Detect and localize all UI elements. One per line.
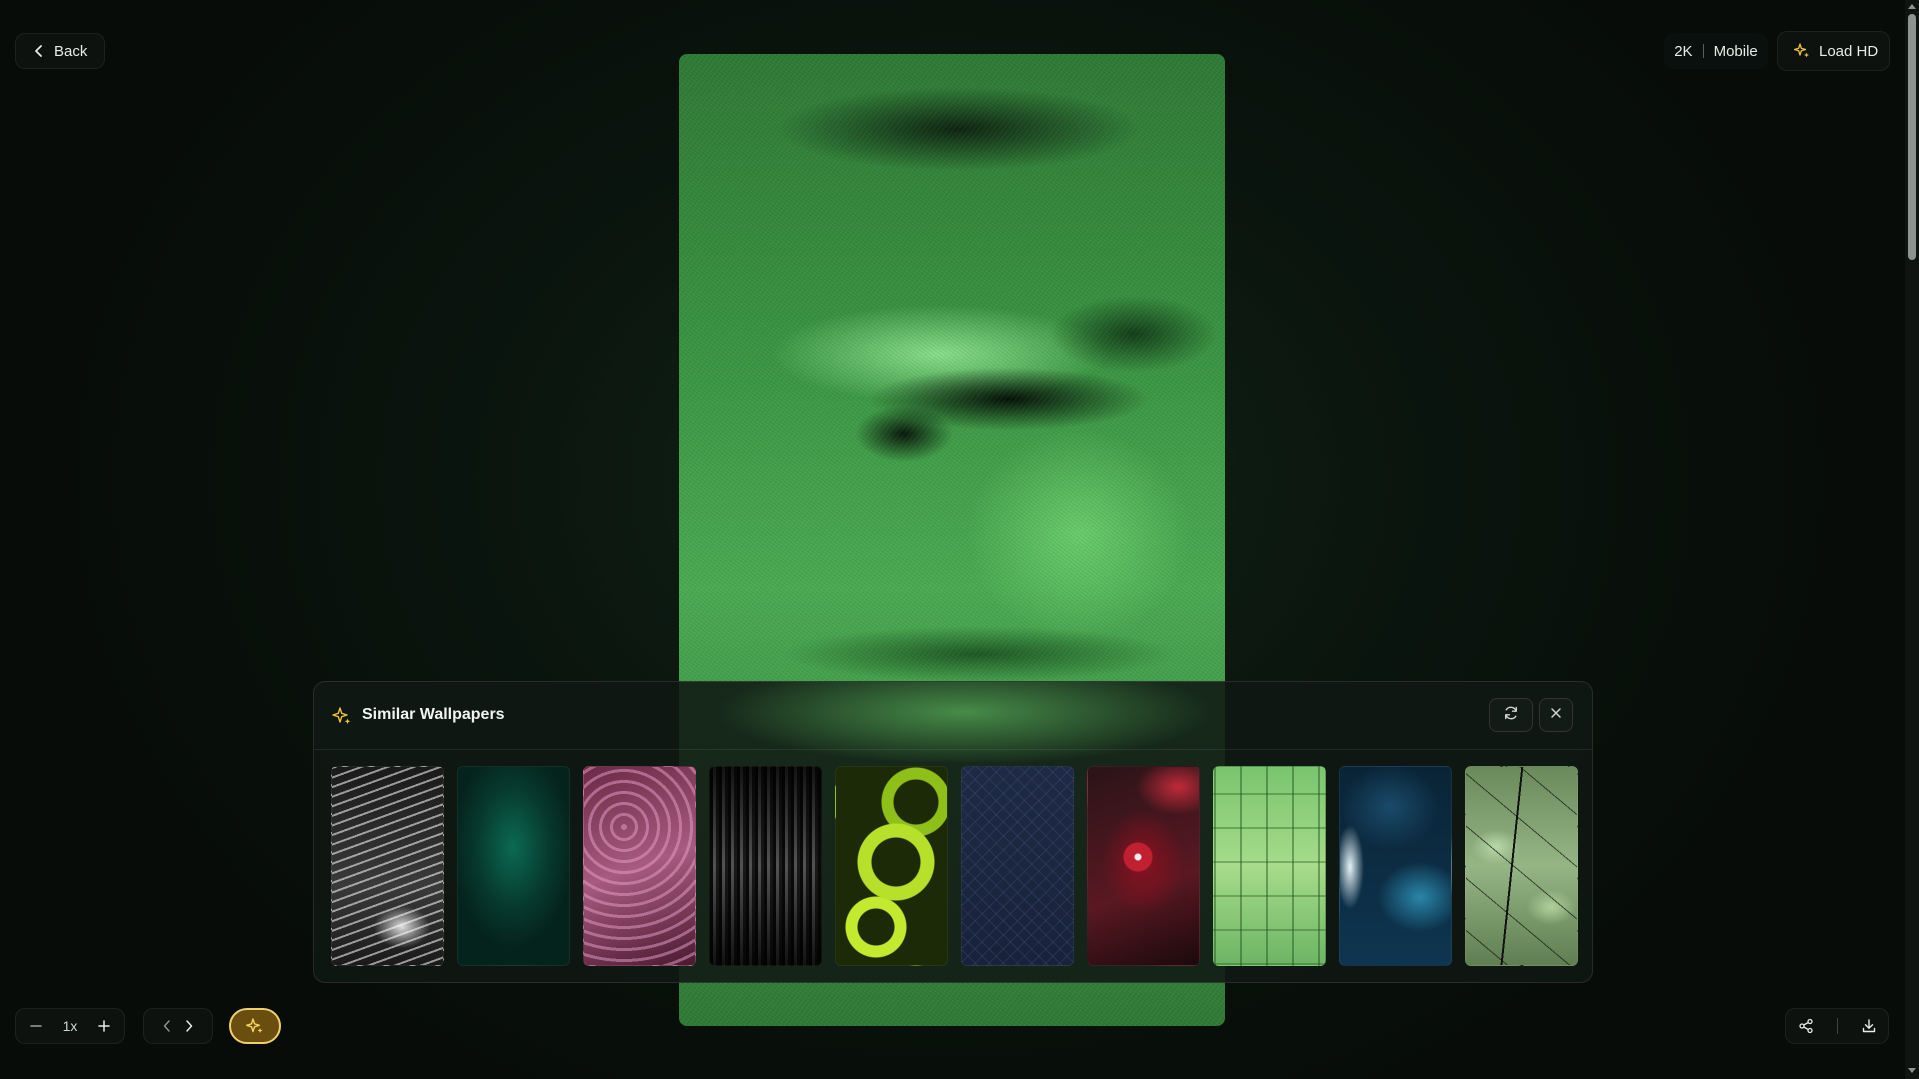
- download-button[interactable]: [1861, 1018, 1877, 1034]
- sparkle-icon: [1794, 43, 1810, 59]
- scrollbar-thumb[interactable]: [1908, 14, 1916, 260]
- share-button[interactable]: [1798, 1018, 1814, 1034]
- action-controls: [1785, 1008, 1889, 1044]
- similar-toggle-button[interactable]: [229, 1008, 281, 1044]
- similar-header: Similar Wallpapers: [314, 682, 1592, 750]
- thumbnail-navy-pattern[interactable]: [961, 766, 1074, 966]
- next-button[interactable]: [185, 1020, 193, 1032]
- thumbnail-pink-texture[interactable]: [583, 766, 696, 966]
- zoom-in-button[interactable]: [98, 1020, 110, 1032]
- thumbnail-grayscale-waves[interactable]: [709, 766, 822, 966]
- thumbnail-green-blocks[interactable]: [1213, 766, 1326, 966]
- refresh-button[interactable]: [1489, 698, 1533, 732]
- scroll-up-icon[interactable]: [1908, 4, 1916, 9]
- load-hd-button[interactable]: Load HD: [1777, 31, 1890, 71]
- sparkle-icon: [332, 706, 352, 731]
- chevron-left-icon: [34, 44, 44, 58]
- chevron-right-icon: [186, 1020, 193, 1032]
- divider: [1836, 1018, 1838, 1034]
- thumbnail-sage-branches[interactable]: [1465, 766, 1578, 966]
- chevron-left-icon: [163, 1020, 170, 1032]
- zoom-level: 1x: [62, 1018, 78, 1034]
- sparkle-icon: [246, 1017, 264, 1035]
- close-icon: [1550, 706, 1562, 724]
- back-label: Back: [54, 42, 88, 60]
- divider: [1702, 44, 1704, 58]
- device-label: Mobile: [1713, 42, 1758, 60]
- back-button[interactable]: Back: [15, 33, 105, 69]
- thumbnail-black-white-sketch[interactable]: [331, 766, 444, 966]
- download-icon: [1862, 1019, 1875, 1033]
- load-hd-label: Load HD: [1819, 42, 1879, 60]
- similar-wallpapers-panel: Similar Wallpapers: [313, 681, 1593, 983]
- thumbnail-teal-gradient[interactable]: [457, 766, 570, 966]
- zoom-out-button[interactable]: [30, 1020, 42, 1032]
- zoom-controls: 1x: [15, 1008, 125, 1044]
- share-icon: [1798, 1018, 1813, 1034]
- scroll-down-icon[interactable]: [1908, 1068, 1916, 1073]
- wallpaper-navigation: [143, 1008, 213, 1044]
- previous-button[interactable]: [163, 1020, 171, 1032]
- minus-icon: [30, 1025, 42, 1027]
- plus-icon: [98, 1020, 110, 1032]
- close-button[interactable]: [1539, 698, 1573, 732]
- thumbnail-lime-swirl[interactable]: [835, 766, 948, 966]
- thumbnail-red-fractal[interactable]: [1087, 766, 1200, 966]
- thumbnail-blue-abstract[interactable]: [1339, 766, 1452, 966]
- refresh-icon: [1503, 705, 1519, 726]
- page-scrollbar[interactable]: [1905, 0, 1919, 1079]
- thumbnail-strip: [331, 766, 1578, 966]
- resolution-label: 2K: [1674, 42, 1693, 60]
- similar-title: Similar Wallpapers: [362, 706, 505, 723]
- resolution-info: 2K Mobile: [1664, 33, 1768, 69]
